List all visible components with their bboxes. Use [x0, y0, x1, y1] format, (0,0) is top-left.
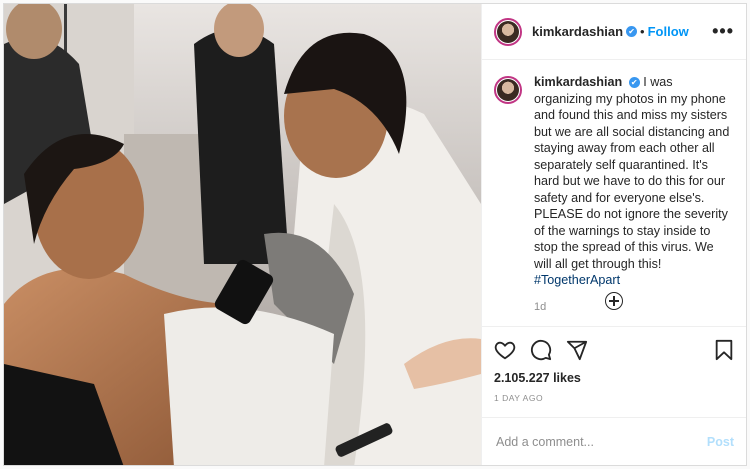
post-comment-button[interactable]: Post	[707, 435, 734, 449]
header-username[interactable]: kimkardashian	[532, 24, 623, 39]
post-sidebar: kimkardashian ✔ • Follow ••• kimkardashi…	[481, 4, 746, 465]
action-icons	[494, 333, 734, 367]
caption-body: I was organizing my photos in my phone a…	[534, 75, 730, 271]
photo-illustration	[4, 4, 481, 465]
comments-section: kimkardashian ✔ I was organizing my phot…	[482, 60, 746, 326]
more-options-icon[interactable]: •••	[712, 21, 734, 42]
follow-button[interactable]: Follow	[648, 24, 689, 39]
load-more	[482, 292, 746, 310]
verified-badge-icon: ✔	[626, 26, 638, 37]
post-timestamp: 1 DAY AGO	[494, 393, 544, 403]
caption-avatar[interactable]	[494, 76, 522, 104]
post-card: kimkardashian ✔ • Follow ••• kimkardashi…	[3, 3, 747, 466]
add-comment-bar: Post	[482, 417, 746, 465]
post-header: kimkardashian ✔ • Follow •••	[482, 4, 746, 60]
heart-icon[interactable]	[494, 339, 516, 361]
comment-input[interactable]	[494, 433, 707, 450]
verified-badge-icon: ✔	[628, 77, 640, 89]
caption-username[interactable]: kimkardashian	[534, 75, 622, 89]
bookmark-icon[interactable]	[714, 339, 734, 361]
post-photo[interactable]	[4, 4, 481, 465]
separator-dot: •	[640, 24, 645, 39]
load-more-comments-icon[interactable]	[605, 292, 623, 310]
hashtag-link[interactable]: #TogetherApart	[534, 272, 734, 289]
likes-count[interactable]: 2.105.227 likes	[494, 371, 734, 385]
comment-icon[interactable]	[530, 339, 552, 361]
action-bar: 2.105.227 likes 1 DAY AGO	[482, 326, 746, 417]
share-icon[interactable]	[566, 339, 588, 361]
caption: kimkardashian ✔ I was organizing my phot…	[494, 74, 734, 315]
avatar[interactable]	[494, 17, 522, 46]
caption-text: kimkardashian ✔ I was organizing my phot…	[534, 74, 734, 315]
